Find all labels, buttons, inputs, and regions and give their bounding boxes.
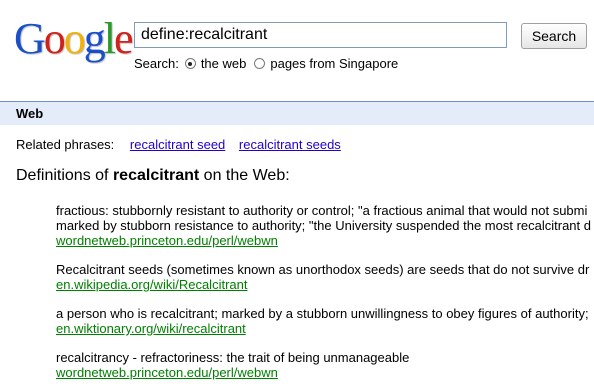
- logo-letter-e: e: [114, 14, 133, 63]
- definition-source-link[interactable]: en.wiktionary.org/wiki/recalcitrant: [56, 321, 594, 336]
- definition-item: marked by stubborn resistance to authori…: [40, 218, 594, 233]
- definition-item: Recalcitrant seeds (sometimes known as u…: [40, 262, 594, 277]
- scope-label: Search:: [134, 56, 179, 71]
- definition-source-link[interactable]: wordnetweb.princeton.edu/perl/webwn: [56, 233, 594, 248]
- google-logo[interactable]: Google: [14, 14, 133, 64]
- results-header-bar: Web: [0, 101, 594, 125]
- definition-item: recalcitrancy - refractoriness: the trai…: [40, 350, 594, 365]
- logo-letter-g2: g: [83, 14, 106, 63]
- definition-group: recalcitrancy - refractoriness: the trai…: [40, 350, 594, 380]
- radio-web[interactable]: [184, 58, 196, 69]
- related-phrases: Related phrases: recalcitrant seed recal…: [16, 137, 341, 152]
- radio-country-label[interactable]: pages from Singapore: [270, 56, 398, 71]
- radio-country[interactable]: [254, 58, 266, 69]
- search-results-page: Google Search Search: the web pages from…: [0, 0, 594, 388]
- logo-letter-g: G: [14, 14, 46, 63]
- definition-group: Recalcitrant seeds (sometimes known as u…: [40, 262, 594, 292]
- definitions-list: fractious: stubbornly resistant to autho…: [40, 203, 594, 388]
- definition-group: a person who is recalcitrant; marked by …: [40, 306, 594, 336]
- search-button[interactable]: Search: [521, 23, 587, 49]
- radio-web-label[interactable]: the web: [201, 56, 247, 71]
- related-link-seed[interactable]: recalcitrant seed: [130, 137, 225, 152]
- search-scope: Search: the web pages from Singapore: [134, 56, 406, 71]
- related-label: Related phrases:: [16, 137, 115, 152]
- definition-text: marked by stubborn resistance to authori…: [56, 218, 591, 233]
- definition-group: fractious: stubbornly resistant to autho…: [40, 203, 594, 248]
- logo-letter-o1: o: [43, 14, 66, 63]
- heading-term: recalcitrant: [112, 167, 200, 184]
- definition-source-link[interactable]: wordnetweb.princeton.edu/perl/webwn: [56, 365, 594, 380]
- definition-text: recalcitrancy - refractoriness: the trai…: [56, 350, 410, 365]
- heading-suffix: on the Web:: [203, 167, 290, 184]
- definition-text: fractious: stubbornly resistant to autho…: [56, 203, 588, 218]
- search-input[interactable]: [134, 22, 507, 48]
- definitions-heading: Definitions of recalcitrant on the Web:: [16, 167, 290, 185]
- definition-source-link[interactable]: en.wikipedia.org/wiki/Recalcitrant: [56, 277, 594, 292]
- web-label: Web: [16, 106, 44, 121]
- definition-item: fractious: stubbornly resistant to autho…: [40, 203, 594, 218]
- definition-item: a person who is recalcitrant; marked by …: [40, 306, 594, 321]
- definition-text: Recalcitrant seeds (sometimes known as u…: [56, 262, 590, 277]
- logo-letter-l: l: [103, 14, 116, 63]
- related-link-seeds[interactable]: recalcitrant seeds: [239, 137, 341, 152]
- heading-prefix: Definitions of: [16, 167, 109, 184]
- logo-letter-o2: o: [63, 14, 86, 63]
- definition-text: a person who is recalcitrant; marked by …: [56, 306, 589, 321]
